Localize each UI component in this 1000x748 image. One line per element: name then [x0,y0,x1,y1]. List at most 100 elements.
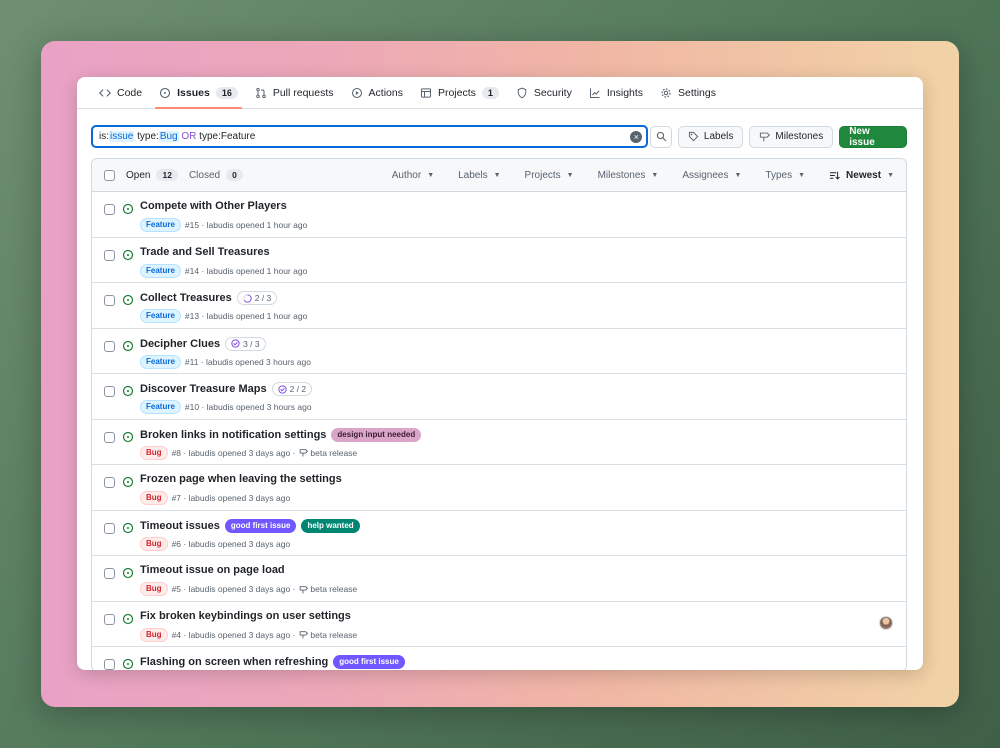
issue-checkbox[interactable] [104,249,115,261]
issue-row[interactable]: Discover Treasure Maps 2 / 2 Feature #10 · … [92,374,906,420]
issue-meta-text: #13 · labudis opened 1 hour ago [184,311,308,321]
filter-assignees[interactable]: Assignees ▼ [682,170,741,181]
tab-projects[interactable]: Projects 1 [412,77,507,108]
issue-type-tag[interactable]: Bug [140,445,168,460]
filter-label: Assignees [682,169,729,181]
issue-row[interactable]: Flashing on screen when refreshing good f… [92,647,906,670]
issue-checkbox[interactable] [104,295,115,306]
issue-label[interactable]: good first issue [224,518,297,533]
tab-actions[interactable]: Actions [343,77,411,108]
issue-opened-icon [122,431,134,442]
tab-pull-requests[interactable]: Pull requests [247,77,342,108]
code-icon [99,88,111,97]
issue-milestone[interactable]: beta release [299,584,357,594]
filter-bar: Author ▼ Labels ▼ Projects ▼ Milestones ▼ Assign… [368,170,894,181]
tab-security[interactable]: Security [508,77,580,108]
closed-label: Closed [188,169,221,181]
filter-types[interactable]: Types ▼ [765,170,805,181]
issue-checkbox[interactable] [104,613,115,625]
issue-meta: Feature #10 · labudis opened 3 hours ago [140,400,312,414]
new-issue-button[interactable]: New issue [839,125,908,148]
tab-label: Security [533,86,572,99]
issue-row[interactable]: Frozen page when leaving the settings Bug… [92,465,906,511]
open-issues-tab[interactable]: Open 12 [126,169,178,181]
issue-title[interactable]: Timeout issues [140,520,220,532]
clear-search-icon[interactable]: × [630,131,643,143]
issue-title[interactable]: Decipher Clues [140,338,220,350]
issue-type-tag[interactable]: Bug [140,536,168,551]
issue-label[interactable]: help wanted [301,518,360,533]
issue-opened-icon [122,385,134,397]
issue-title-line: Compete with Other Players [140,200,287,212]
issue-title[interactable]: Flashing on screen when refreshing [140,656,328,668]
tab-label: Code [117,86,143,99]
issue-milestone[interactable]: beta release [299,630,357,640]
closed-issues-tab[interactable]: Closed 0 [189,169,243,181]
filter-projects[interactable]: Projects ▼ [525,170,574,181]
issue-label[interactable]: good first issue [333,655,405,669]
issue-checkbox[interactable] [104,340,115,352]
issue-row[interactable]: Fix broken keybindings on user settings B… [92,602,906,647]
issue-checkbox[interactable] [104,204,115,215]
issue-checkbox[interactable] [104,477,115,488]
issue-checkbox[interactable] [104,431,115,443]
subissue-progress[interactable]: 3 / 3 [225,336,266,351]
issue-title[interactable]: Compete with Other Players [140,200,287,212]
issue-meta-text: #8 · labudis opened 3 days ago · [171,447,296,458]
issue-type-tag[interactable]: Bug [140,627,168,642]
issue-title[interactable]: Broken links in notification settings [140,429,326,441]
issue-title[interactable]: Fix broken keybindings on user settings [140,610,351,622]
issue-title[interactable]: Trade and Sell Treasures [140,246,270,258]
issue-checkbox[interactable] [104,386,115,397]
tab-code[interactable]: Code [91,77,150,108]
issue-label[interactable]: design input needed [331,427,422,442]
assignee-avatar[interactable] [879,615,893,630]
issue-title[interactable]: Frozen page when leaving the settings [140,473,342,485]
issue-row[interactable]: Collect Treasures 2 / 3 Feature #13 · labud… [92,283,906,329]
filter-author[interactable]: Author ▼ [392,170,434,181]
search-query: is:issue type:Bug OR type:Feature [99,131,255,142]
tab-issues[interactable]: Issues 16 [151,77,246,109]
search-input[interactable]: is:issue type:Bug OR type:Feature × [91,125,649,148]
milestone-icon [300,449,309,457]
issue-type-tag[interactable]: Feature [140,263,181,278]
issue-type-tag[interactable]: Bug [140,491,168,505]
issue-type-tag[interactable]: Feature [140,218,181,232]
milestones-button[interactable]: Milestones [749,125,834,148]
labels-button[interactable]: Labels [677,125,744,148]
triangle-down-icon: ▼ [493,171,501,179]
issue-type-tag[interactable]: Feature [140,309,181,323]
issue-row[interactable]: Compete with Other Players Feature #15 · l… [92,192,906,238]
filter-labels[interactable]: Labels ▼ [458,170,500,181]
issue-title[interactable]: Discover Treasure Maps [140,383,267,395]
issue-row[interactable]: Decipher Clues 3 / 3 Feature #11 · labudis … [92,329,906,374]
select-all-checkbox[interactable] [104,169,115,181]
issue-type-tag[interactable]: Feature [140,400,181,414]
issue-type-tag[interactable]: Feature [140,354,181,369]
tab-insights[interactable]: Insights [581,77,651,108]
issue-row[interactable]: Timeout issues good first issue help wante… [92,511,906,556]
subissue-progress[interactable]: 2 / 3 [236,291,278,305]
closed-count: 0 [226,169,243,181]
filter-label: Milestones [597,169,646,181]
issue-checkbox[interactable] [104,568,115,579]
issue-meta: Feature #13 · labudis opened 1 hour ago [140,309,307,323]
issue-row[interactable]: Timeout issue on page load Bug #5 · labudi… [92,556,906,602]
gear-icon [661,87,671,98]
issue-milestone[interactable]: beta release [299,448,357,458]
sort-dropdown[interactable]: Newest ▼ [829,170,894,181]
tab-settings[interactable]: Settings [652,77,724,108]
issue-type-tag[interactable]: Bug [140,582,168,596]
issue-checkbox[interactable] [104,522,115,534]
issue-title-line: Frozen page when leaving the settings [140,473,342,485]
search-button[interactable] [650,125,672,148]
issue-title[interactable]: Collect Treasures [140,292,232,304]
issue-title[interactable]: Timeout issue on page load [140,564,285,576]
issue-title-line: Timeout issue on page load [140,564,285,576]
issue-row[interactable]: Broken links in notification settings des… [92,420,906,465]
issue-row[interactable]: Trade and Sell Treasures Feature #14 · lab… [92,238,906,283]
tab-count: 16 [215,86,238,99]
subissue-progress[interactable]: 2 / 2 [271,382,313,396]
filter-milestones[interactable]: Milestones ▼ [598,170,659,181]
issue-checkbox[interactable] [104,659,115,670]
